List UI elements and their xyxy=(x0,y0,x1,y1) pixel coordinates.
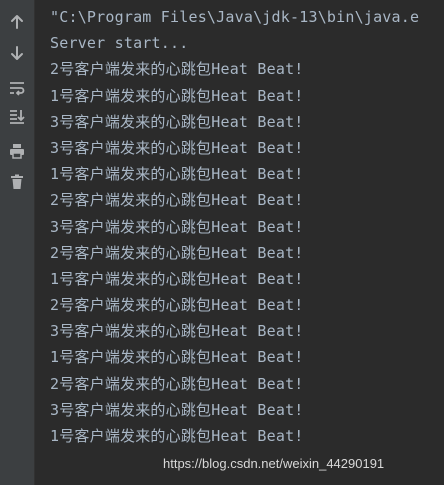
soft-wrap-icon xyxy=(10,82,25,96)
run-console-window: "C:\Program Files\Java\jdk-13\bin\java.e… xyxy=(0,0,444,485)
trash-icon xyxy=(11,174,23,189)
console-line: 3号客户端发来的心跳包Heat Beat! xyxy=(50,322,304,341)
print-button[interactable] xyxy=(7,141,27,161)
console-line: 2号客户端发来的心跳包Heat Beat! xyxy=(50,296,304,315)
console-line: 3号客户端发来的心跳包Heat Beat! xyxy=(50,112,304,131)
console-line: 3号客户端发来的心跳包Heat Beat! xyxy=(50,400,304,419)
console-line: 1号客户端发来的心跳包Heat Beat! xyxy=(50,348,304,367)
console-line: 2号客户端发来的心跳包Heat Beat! xyxy=(50,60,304,79)
scroll-to-end-button[interactable] xyxy=(7,106,27,126)
console-output[interactable]: "C:\Program Files\Java\jdk-13\bin\java.e… xyxy=(50,4,444,485)
console-line: 2号客户端发来的心跳包Heat Beat! xyxy=(50,243,304,262)
soft-wrap-button[interactable] xyxy=(7,78,27,98)
clear-all-button[interactable] xyxy=(7,172,27,192)
watermark-url: https://blog.csdn.net/weixin_44290191 xyxy=(163,456,385,471)
print-icon xyxy=(10,144,24,159)
console-line: Server start... xyxy=(50,34,189,53)
console-line: 3号客户端发来的心跳包Heat Beat! xyxy=(50,217,304,236)
arrow-up-icon xyxy=(11,15,23,29)
console-line: 1号客户端发来的心跳包Heat Beat! xyxy=(50,86,304,105)
up-stack-trace-button[interactable] xyxy=(7,12,27,32)
console-line: 1号客户端发来的心跳包Heat Beat! xyxy=(50,269,304,288)
console-line: 1号客户端发来的心跳包Heat Beat! xyxy=(50,165,304,184)
console-line: 1号客户端发来的心跳包Heat Beat! xyxy=(50,427,304,445)
console-line: 2号客户端发来的心跳包Heat Beat! xyxy=(50,374,304,393)
console-line-command: "C:\Program Files\Java\jdk-13\bin\java.e xyxy=(50,8,420,26)
console-toolbar xyxy=(0,0,35,485)
console-line: 2号客户端发来的心跳包Heat Beat! xyxy=(50,191,304,210)
down-stack-trace-button[interactable] xyxy=(7,43,27,63)
scroll-to-end-icon xyxy=(10,110,25,124)
console-line: 3号客户端发来的心跳包Heat Beat! xyxy=(50,138,304,157)
arrow-down-icon xyxy=(11,46,23,60)
